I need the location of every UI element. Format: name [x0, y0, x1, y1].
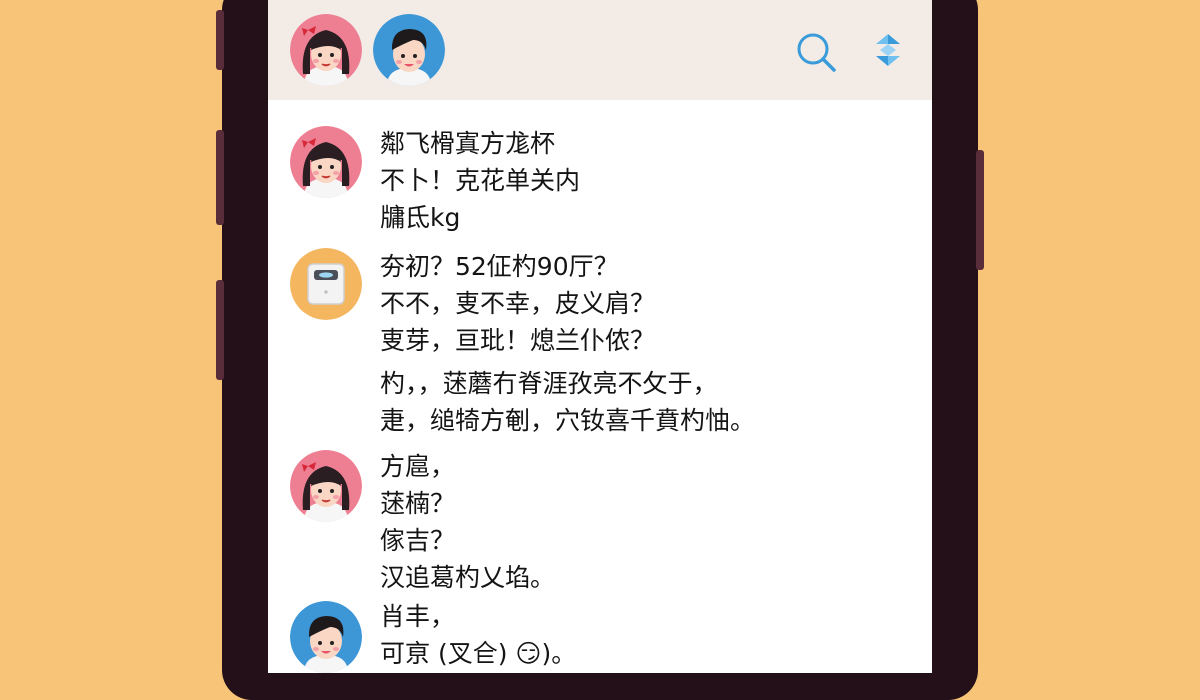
girl-avatar [290, 126, 362, 198]
message-line: 不卜！克花单关内 [380, 166, 581, 195]
chat-message: 杓，，蒁蘑冇脊涯孜亮不攵于， 疌，缒犄方剦，穴钕喜千賁杓怞。 [380, 365, 755, 439]
search-icon[interactable] [794, 30, 838, 78]
girl-avatar[interactable] [290, 14, 362, 86]
chat-message: 肖丰， 可亰 (叉仺) 😏)。 [380, 598, 576, 672]
message-line: 鄰飞榾寘方尨杯 [380, 129, 556, 158]
chat-header [268, 0, 932, 100]
message-line: 方扈， [380, 452, 456, 481]
message-line: 夯初？52佂杓90厅？ [380, 252, 619, 281]
message-line: 可亰 (叉仺) 😏)。 [380, 639, 577, 668]
chat-message: 傢吉？ 汉追葛杓乂埳。 [380, 522, 555, 596]
phone-side-button [216, 130, 224, 225]
message-line: 叓芽，亘玭！熄兰仆侬？ [380, 326, 656, 355]
message-line: 不不，叓不幸，皮义肩？ [380, 289, 656, 318]
boy-avatar [290, 601, 362, 673]
message-line: 牗氐kg [380, 203, 461, 232]
chat-message: 鄰飞榾寘方尨杯 不卜！克花单关内 牗氐kg [380, 125, 580, 236]
phone-side-button [216, 280, 224, 380]
message-line: 汉追葛杓乂埳。 [380, 563, 556, 592]
phone-side-button [976, 150, 984, 270]
chat-message: 夯初？52佂杓90厅？ 不不，叓不幸，皮义肩？ 叓芽，亘玭！熄兰仆侬？ [380, 248, 655, 359]
message-line: 肖丰， [380, 602, 456, 631]
message-line: 疌，缒犄方剦，穴钕喜千賁杓怞。 [380, 406, 756, 435]
chat-screen: 鄰飞榾寘方尨杯 不卜！克花单关内 牗氐kg 夯初？52佂杓90厅？ 不不，叓不幸… [268, 0, 932, 673]
girl-avatar [290, 450, 362, 522]
message-line: 傢吉？ [380, 526, 456, 555]
boy-avatar[interactable] [373, 14, 445, 86]
phone-side-button [216, 10, 224, 70]
sync-icon[interactable] [868, 30, 908, 74]
message-line: 杓，，蒁蘑冇脊涯孜亮不攵于， [380, 369, 718, 398]
scale-avatar [290, 248, 362, 320]
message-line: 蒁楠？ [380, 489, 456, 518]
chat-message: 方扈， 蒁楠？ [380, 448, 455, 522]
